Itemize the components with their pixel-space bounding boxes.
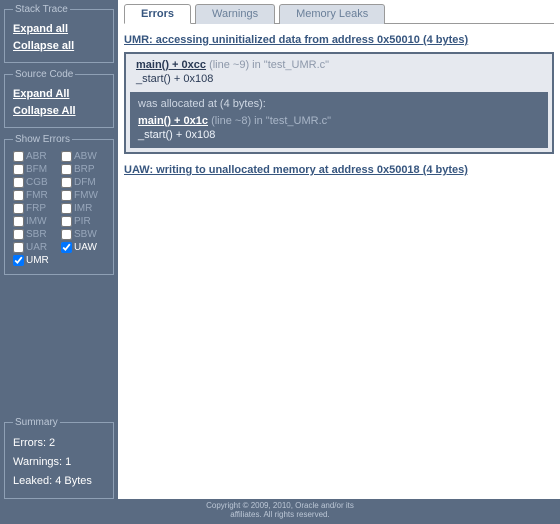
error-filter-label: IMR (74, 203, 92, 214)
allocation-title: was allocated at (4 bytes): (136, 96, 542, 114)
trace-box-umr: main() + 0xcc (line ~9) in "test_UMR.c" … (124, 52, 554, 154)
stack-trace-legend: Stack Trace (13, 4, 70, 15)
collapse-all-stack[interactable]: Collapse all (13, 38, 105, 55)
error-filter-imw[interactable]: IMW (13, 216, 57, 227)
error-filter-checkbox-frp[interactable] (13, 203, 24, 214)
footer-line2: affiliates. All rights reserved. (4, 511, 556, 520)
error-filter-label: SBW (74, 229, 97, 240)
error-filter-checkbox-uar[interactable] (13, 242, 24, 253)
error-filter-label: ABW (74, 151, 97, 162)
alloc-line: _start() + 0x108 (136, 128, 542, 142)
error-filter-checkbox-fmw[interactable] (61, 190, 72, 201)
error-filter-label: CGB (26, 177, 48, 188)
error-filter-cgb[interactable]: CGB (13, 177, 57, 188)
trace-line: main() + 0xcc (line ~9) in "test_UMR.c" (130, 58, 548, 72)
error-filter-checkbox-dfm[interactable] (61, 177, 72, 188)
error-filter-label: IMW (26, 216, 47, 227)
error-filter-brp[interactable]: BRP (61, 164, 105, 175)
error-filter-label: BFM (26, 164, 47, 175)
error-filter-checkbox-brp[interactable] (61, 164, 72, 175)
summary-warnings: Warnings: 1 (13, 453, 105, 472)
collapse-all-source[interactable]: Collapse All (13, 103, 105, 120)
allocation-box: was allocated at (4 bytes): main() + 0x1… (130, 92, 548, 148)
error-filter-checkbox-cgb[interactable] (13, 177, 24, 188)
error-filter-checkbox-abr[interactable] (13, 151, 24, 162)
error-filter-checkbox-abw[interactable] (61, 151, 72, 162)
error-filter-bfm[interactable]: BFM (13, 164, 57, 175)
error-filter-abw[interactable]: ABW (61, 151, 105, 162)
alloc-frame-link[interactable]: main() + 0x1c (138, 115, 208, 127)
error-filter-checkbox-pir[interactable] (61, 216, 72, 227)
expand-all-stack[interactable]: Expand all (13, 21, 105, 38)
trace-frame-link[interactable]: main() + 0xcc (136, 59, 206, 71)
tab-warnings[interactable]: Warnings (195, 4, 275, 24)
error-filter-label: FRP (26, 203, 46, 214)
error-filter-fmw[interactable]: FMW (61, 190, 105, 201)
source-code-legend: Source Code (13, 69, 75, 80)
alloc-line: main() + 0x1c (line ~8) in "test_UMR.c" (136, 114, 542, 128)
summary-leaked: Leaked: 4 Bytes (13, 472, 105, 491)
trace-frame-text: _start() + 0x108 (136, 73, 213, 85)
error-filter-uaw[interactable]: UAW (61, 242, 105, 253)
error-filter-label: UMR (26, 255, 49, 266)
error-entry-uaw: UAW: writing to unallocated memory at ad… (124, 164, 554, 176)
trace-frame-source: (line ~9) in "test_UMR.c" (206, 59, 329, 71)
summary-legend: Summary (13, 417, 60, 428)
error-filter-checkbox-sbw[interactable] (61, 229, 72, 240)
error-filter-checkbox-imr[interactable] (61, 203, 72, 214)
tab-errors[interactable]: Errors (124, 4, 191, 24)
error-filter-frp[interactable]: FRP (13, 203, 57, 214)
error-filter-abr[interactable]: ABR (13, 151, 57, 162)
error-filter-sbw[interactable]: SBW (61, 229, 105, 240)
summary-panel: Summary Errors: 2 Warnings: 1 Leaked: 4 … (4, 417, 114, 499)
error-filter-umr[interactable]: UMR (13, 255, 57, 266)
error-filter-label: UAW (74, 242, 97, 253)
error-filter-label: PIR (74, 216, 91, 227)
tab-bar: Errors Warnings Memory Leaks (124, 0, 554, 24)
error-filter-checkbox-fmr[interactable] (13, 190, 24, 201)
error-filter-checkbox-bfm[interactable] (13, 164, 24, 175)
error-filter-checkbox-umr[interactable] (13, 255, 24, 266)
summary-errors: Errors: 2 (13, 434, 105, 453)
error-filter-label: UAR (26, 242, 47, 253)
show-errors-legend: Show Errors (13, 134, 72, 145)
error-filter-label: ABR (26, 151, 47, 162)
footer: Copyright © 2009, 2010, Oracle and/or it… (0, 499, 560, 524)
error-filter-label: FMR (26, 190, 48, 201)
error-filter-label: DFM (74, 177, 96, 188)
error-filter-imr[interactable]: IMR (61, 203, 105, 214)
alloc-frame-text: _start() + 0x108 (138, 129, 215, 141)
stack-trace-panel: Stack Trace Expand all Collapse all (4, 4, 114, 63)
error-entry-umr: UMR: accessing uninitialized data from a… (124, 34, 554, 154)
tab-memory-leaks[interactable]: Memory Leaks (279, 4, 385, 24)
error-header-link-umr[interactable]: UMR: accessing uninitialized data from a… (124, 34, 468, 46)
error-filter-checkbox-sbr[interactable] (13, 229, 24, 240)
show-errors-panel: Show Errors ABR ABW BFM BRP CGB DFM FMR FMW FRP I… (4, 134, 114, 275)
error-filter-label: FMW (74, 190, 98, 201)
error-filter-label: SBR (26, 229, 47, 240)
error-filter-fmr[interactable]: FMR (13, 190, 57, 201)
error-header-link-uaw[interactable]: UAW: writing to unallocated memory at ad… (124, 164, 468, 176)
trace-line: _start() + 0x108 (130, 72, 548, 86)
error-filter-dfm[interactable]: DFM (61, 177, 105, 188)
error-filter-uar[interactable]: UAR (13, 242, 57, 253)
content-area: Errors Warnings Memory Leaks UMR: access… (118, 0, 560, 499)
error-filter-label: BRP (74, 164, 95, 175)
sidebar: Stack Trace Expand all Collapse all Sour… (0, 0, 118, 499)
error-filter-pir[interactable]: PIR (61, 216, 105, 227)
error-filter-grid: ABR ABW BFM BRP CGB DFM FMR FMW FRP IMR IMW PIR SBR S… (13, 151, 105, 266)
source-code-panel: Source Code Expand All Collapse All (4, 69, 114, 128)
alloc-frame-source: (line ~8) in "test_UMR.c" (208, 115, 331, 127)
error-filter-checkbox-imw[interactable] (13, 216, 24, 227)
error-filter-checkbox-uaw[interactable] (61, 242, 72, 253)
expand-all-source[interactable]: Expand All (13, 86, 105, 103)
error-filter-sbr[interactable]: SBR (13, 229, 57, 240)
